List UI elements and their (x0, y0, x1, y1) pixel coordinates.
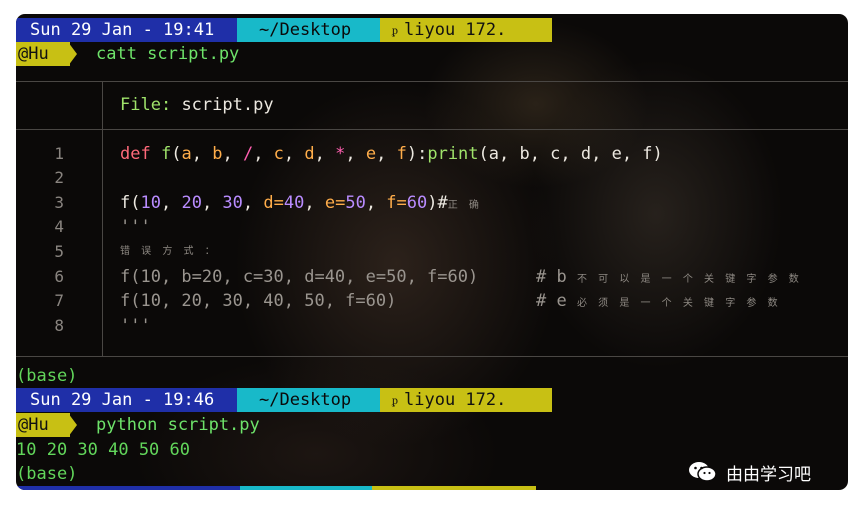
program-output: 10 20 30 40 50 60 (16, 440, 190, 460)
status-bar-segment (240, 486, 372, 490)
prompt-date: Sun 29 Jan - 19:41 (16, 18, 242, 42)
line-number: 8 (54, 316, 64, 335)
code-line-5: 错 误 方 式 ： (120, 246, 219, 257)
prompt-user: liyou 172. (380, 388, 552, 412)
terminal-window[interactable]: Sun 29 Jan - 19:41 ~/Desktop liyou 172. … (16, 14, 848, 490)
line-number: 1 (54, 144, 64, 163)
arrow-separator (68, 413, 77, 437)
arrow-separator (528, 388, 537, 412)
wechat-icon (689, 462, 717, 482)
host-label: @Hu (16, 42, 70, 66)
code-line-6: f(10, b=20, c=30, d=40, e=50, f=60) (120, 267, 479, 287)
code-line-7: f(10, 20, 30, 40, 50, f=60) (120, 291, 397, 311)
prompt-directory: ~/Desktop (237, 18, 393, 42)
host-label: @Hu (16, 413, 70, 437)
prompt-user: liyou 172. (380, 18, 552, 42)
line-number: 5 (54, 242, 64, 261)
line-number: 3 (54, 193, 64, 212)
watermark: 由由学习吧 (688, 460, 811, 485)
code-line-3: f(10, 20, 30, d=40, e=50, f=60)#正 确 (120, 193, 483, 213)
arrow-separator (228, 388, 237, 412)
arrow-separator (228, 18, 237, 42)
gutter-line (102, 129, 103, 356)
prompt-date: Sun 29 Jan - 19:46 (16, 388, 242, 412)
arrow-separator (68, 42, 77, 66)
bat-output: File: script.py 1 2 3 4 5 6 7 8 def f(a,… (16, 81, 848, 356)
prompt-directory: ~/Desktop (237, 388, 393, 412)
divider (16, 356, 848, 357)
command-line[interactable]: @Hu catt script.py (16, 42, 239, 66)
arrow-separator (528, 18, 537, 42)
code-line-1: def f(a, b, /, c, d, *, e, f):print(a, b… (120, 144, 663, 164)
code-comment-6: # b 不 可 以 是 一 个 关 键 字 参 数 (536, 267, 803, 287)
prompt-status-bar: Sun 29 Jan - 19:41 ~/Desktop liyou 172. … (16, 18, 552, 42)
line-number: 6 (54, 267, 64, 286)
code-line-8: ''' (120, 316, 151, 336)
watermark-text: 由由学习吧 (726, 464, 811, 485)
conda-env-label: (base) (16, 464, 78, 484)
code-line-4: ''' (120, 217, 151, 237)
gutter-line (102, 81, 103, 129)
prompt-status-bar: Sun 29 Jan - 19:46 ~/Desktop liyou 172. … (16, 388, 552, 412)
git-branch-icon: ᵱ (392, 393, 398, 407)
command-line[interactable]: @Hu python script.py (16, 413, 260, 437)
command-text: catt script.py (96, 44, 240, 64)
line-number: 7 (54, 291, 64, 310)
arrow-separator (371, 18, 380, 42)
divider (16, 129, 848, 130)
status-bar-segment (372, 486, 536, 490)
line-number: 2 (54, 168, 64, 187)
code-comment-7: # e 必 须 是 一 个 关 键 字 参 数 (536, 291, 782, 311)
divider (16, 81, 848, 82)
command-text: python script.py (96, 415, 260, 435)
status-bar-segment (16, 486, 240, 490)
conda-env-label: (base) (16, 366, 78, 386)
arrow-separator (371, 388, 380, 412)
git-branch-icon: ᵱ (392, 23, 398, 37)
line-number: 4 (54, 217, 64, 236)
file-header: File: script.py (120, 95, 274, 115)
